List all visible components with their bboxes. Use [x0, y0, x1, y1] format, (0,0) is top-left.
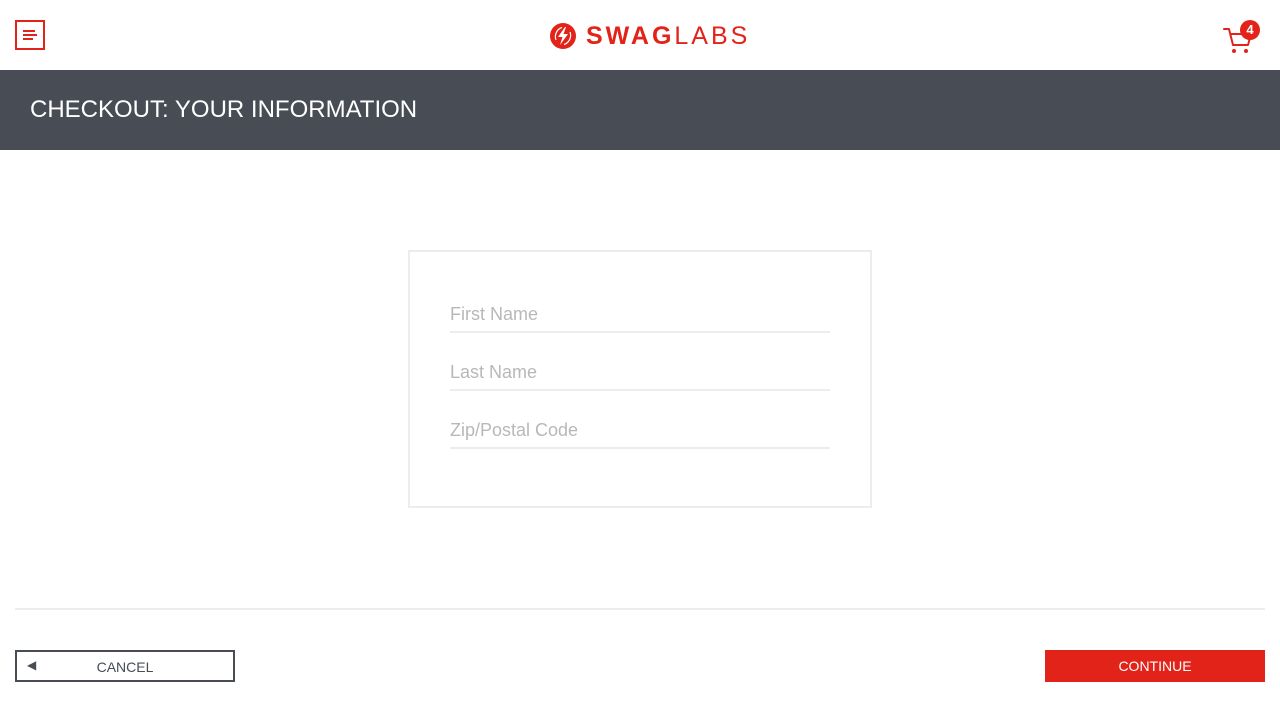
continue-button[interactable]: CONTINUE [1045, 650, 1265, 682]
swag-labs-logo: SWAGLABS [549, 21, 750, 51]
footer-divider [15, 608, 1265, 610]
hamburger-menu-icon [23, 30, 35, 32]
page-title: CHECKOUT: YOUR INFORMATION [30, 96, 418, 123]
cancel-button-label: CANCEL [96, 659, 154, 675]
first-name-input[interactable] [450, 297, 830, 333]
postal-code-input[interactable] [450, 413, 830, 449]
logo-text-labs: LABS [674, 22, 751, 50]
menu-button[interactable] [15, 20, 45, 50]
logo-text: SWAGLABS [586, 21, 750, 51]
cart-count-badge: 4 [1240, 20, 1260, 40]
logo-text-swag: SWAG [586, 22, 675, 50]
lightning-bolt-logo-icon [550, 23, 576, 49]
cancel-button[interactable]: ◀ CANCEL [15, 650, 235, 682]
last-name-input[interactable] [450, 355, 830, 391]
